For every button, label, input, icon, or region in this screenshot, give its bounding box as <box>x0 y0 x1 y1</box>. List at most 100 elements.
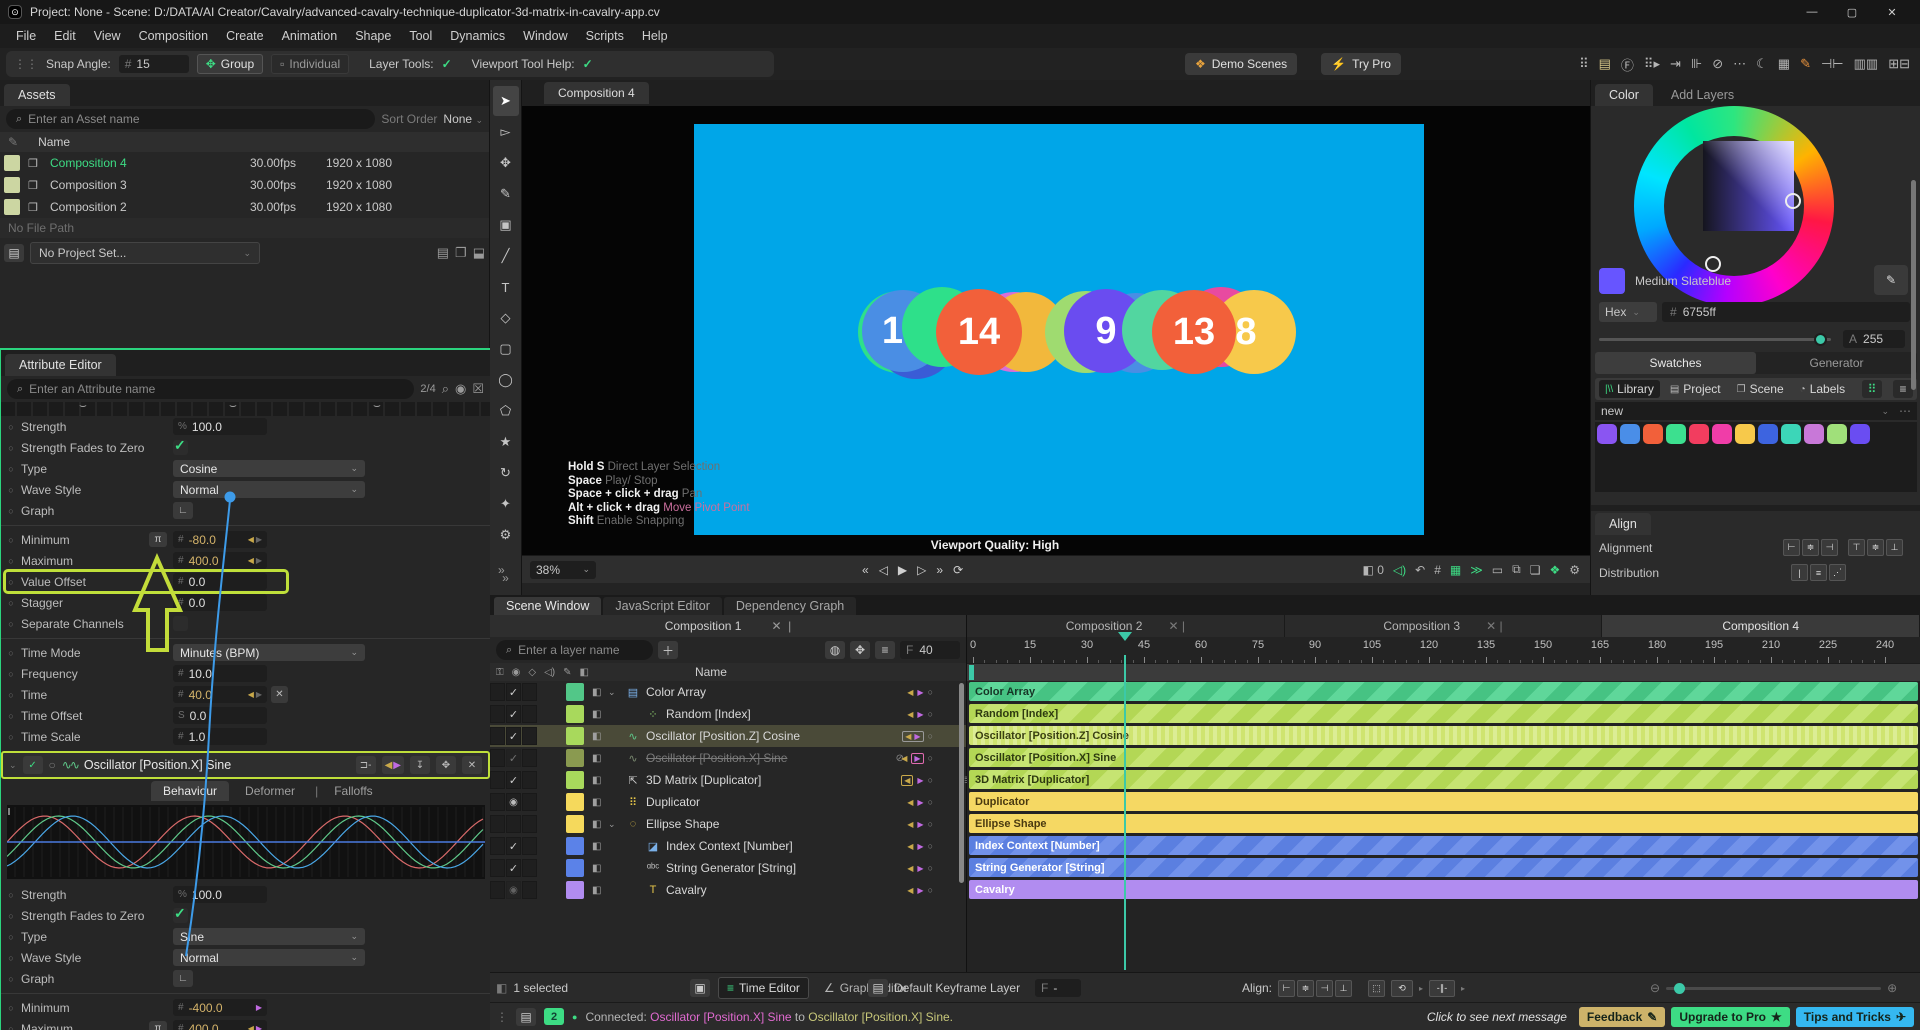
attribute-field[interactable]: S 0.0 <box>173 707 267 724</box>
close-icon[interactable]: ✕ <box>462 756 482 774</box>
track-bar[interactable]: Index Context [Number] <box>969 836 1918 855</box>
attribute-field[interactable]: #0.0 <box>173 594 267 611</box>
keyframe-radio[interactable]: ○ <box>928 731 933 741</box>
color-swatch[interactable] <box>1735 424 1755 444</box>
attribute-field[interactable]: #0.0 <box>173 573 267 590</box>
visibility-cell[interactable]: ✓ <box>506 837 521 855</box>
assets-tab[interactable]: Assets <box>4 84 70 106</box>
filter-move-icon[interactable]: ✥ <box>850 641 870 659</box>
camera-icon[interactable]: ◧ <box>579 667 588 678</box>
layer-camera-icon[interactable]: ◧ <box>592 687 608 698</box>
keyframe-layer-select[interactable]: Default Keyframe Layer <box>894 981 1020 995</box>
distribute-button[interactable]: ≡ <box>1810 564 1827 581</box>
select-tool[interactable]: ➤ <box>492 86 519 116</box>
spiral-tool[interactable]: ↻ <box>493 458 519 488</box>
track-bar[interactable]: Color Array <box>969 682 1918 701</box>
track-bar[interactable]: Duplicator <box>969 792 1918 811</box>
arrow-bar-icon[interactable]: ⇥ <box>1670 56 1681 72</box>
menu-animation[interactable]: Animation <box>274 26 346 46</box>
keyframe-arrows[interactable]: ◀▶ <box>248 1024 262 1030</box>
state-cell[interactable] <box>522 683 537 701</box>
panel-icon[interactable]: ▤ <box>1599 56 1611 72</box>
state-cell[interactable] <box>490 837 505 855</box>
attribute-radio[interactable]: ○ <box>1 932 21 942</box>
current-color-swatch[interactable] <box>1599 268 1625 294</box>
layer-camera-icon[interactable]: ◧ <box>592 775 608 786</box>
grid-pair-icon[interactable]: ⊞⊟ <box>1888 56 1910 72</box>
zoom-out-icon[interactable]: ⊖ <box>1650 981 1660 995</box>
alpha-slider[interactable] <box>1599 332 1831 346</box>
keyframe-radio[interactable]: ○ <box>928 819 933 829</box>
skip-start-icon[interactable]: « <box>862 563 869 577</box>
project-set-select[interactable]: No Project Set... ⌄ <box>30 242 260 264</box>
filter-labels[interactable]: ◔ Labels <box>1794 380 1851 398</box>
next-key-icon[interactable]: ▶ <box>914 754 920 763</box>
camera-tool[interactable]: ▣ <box>493 210 519 240</box>
layer-camera-icon[interactable]: ◧ <box>592 819 608 830</box>
playhead-handle[interactable] <box>1118 632 1132 641</box>
filter-project[interactable]: ▤ Project <box>1664 380 1727 398</box>
console-icon[interactable]: ▤ <box>516 1007 536 1026</box>
color-swatch[interactable] <box>1712 424 1732 444</box>
next-key-icon[interactable]: ▶ <box>917 776 923 785</box>
list-view-icon[interactable]: ≡ <box>1892 380 1913 398</box>
state-cell[interactable] <box>490 815 505 833</box>
circle-tool[interactable]: ◯ <box>493 365 519 395</box>
prev-key-icon[interactable]: ◀ <box>907 710 913 719</box>
attribute-radio[interactable]: ○ <box>1 485 21 495</box>
layer-color-swatch[interactable] <box>566 727 584 745</box>
layer-tools-check[interactable]: ✓ <box>442 57 452 71</box>
state-cell[interactable] <box>522 793 537 811</box>
layer-color-swatch[interactable] <box>566 705 584 723</box>
snap-playhead-icon[interactable]: -∥- <box>1429 979 1456 997</box>
sort-order-select[interactable]: None ⌄ <box>443 112 483 126</box>
expand-icon[interactable]: » <box>498 563 505 577</box>
eyedropper-button[interactable]: ✎ <box>1874 265 1908 295</box>
feedback-button[interactable]: Feedback ✎ <box>1578 1006 1666 1027</box>
prev-key-icon[interactable]: ◀ <box>248 690 254 699</box>
settings-tool[interactable]: ⚙ <box>493 520 519 550</box>
attribute-field[interactable]: #40.0 ◀ ▶ <box>173 686 267 703</box>
state-cell[interactable] <box>522 771 537 789</box>
layer-color-swatch[interactable] <box>566 859 584 877</box>
minimize-button[interactable]: — <box>1792 0 1832 24</box>
next-key-icon[interactable]: ▶ <box>917 798 923 807</box>
group-button[interactable]: ✥ Group <box>196 54 264 74</box>
viewport-help-check[interactable]: ✓ <box>583 57 593 71</box>
attribute-search-input[interactable]: ⌕ Enter an Attribute name <box>7 379 415 399</box>
attribute-radio[interactable]: ○ <box>1 598 21 608</box>
alpha-knob[interactable] <box>1814 332 1827 346</box>
layer-camera-icon[interactable]: ◧ <box>592 731 608 742</box>
layer-keyframe-controls[interactable]: ◀ ▶ ○ <box>901 752 933 764</box>
timeline-zoom-slider[interactable] <box>1666 982 1882 994</box>
skip-end-icon[interactable]: » <box>936 563 943 577</box>
layer-color-swatch[interactable] <box>566 815 584 833</box>
move-icon[interactable]: ✥ <box>436 756 456 774</box>
grid-view-icon[interactable]: ⠿ <box>1862 380 1883 398</box>
loop-icon[interactable]: ⟳ <box>953 563 963 577</box>
tab-color[interactable]: Color <box>1595 84 1653 106</box>
guides-icon[interactable]: ▦ <box>1450 563 1461 577</box>
color-swatch[interactable] <box>1758 424 1778 444</box>
table-icon[interactable]: ▦ <box>1778 56 1790 72</box>
asset-row[interactable]: ❐ Composition 2 30.00fps 1920 x 1080 <box>0 196 489 218</box>
track-row[interactable]: 3D Matrix [Duplicator] <box>967 769 1920 791</box>
color-swatch[interactable] <box>1643 424 1663 444</box>
enabled-check-icon[interactable]: ✓ <box>22 756 43 774</box>
layer-keyframe-controls[interactable]: ◀ ▶ ○ <box>907 797 933 807</box>
color-scrollbar[interactable] <box>1911 180 1916 390</box>
tab-add-layers[interactable]: Add Layers <box>1657 84 1748 106</box>
asset-row[interactable]: ❐ Composition 3 30.00fps 1920 x 1080 <box>0 174 489 196</box>
tab-behaviour[interactable]: Behaviour <box>151 781 230 801</box>
attribute-radio[interactable]: ○ <box>1 648 21 658</box>
attribute-editor-tab[interactable]: Attribute Editor <box>5 354 116 376</box>
list-icon[interactable]: ⊐- <box>355 756 376 774</box>
track-bar[interactable]: Oscillator [Position.Z] Cosine <box>969 726 1918 745</box>
attribute-radio[interactable]: ○ <box>1 464 21 474</box>
state-cell[interactable] <box>522 859 537 877</box>
tips-tricks-button[interactable]: Tips and Tricks ✈ <box>1795 1006 1914 1027</box>
keyframe-radio[interactable]: ○ <box>928 863 933 873</box>
attribute-select[interactable]: Normal ⌄ <box>173 481 365 498</box>
filter-settings-icon[interactable]: ≡ <box>875 641 895 659</box>
dropper-icon[interactable]: ✎ <box>563 667 571 678</box>
